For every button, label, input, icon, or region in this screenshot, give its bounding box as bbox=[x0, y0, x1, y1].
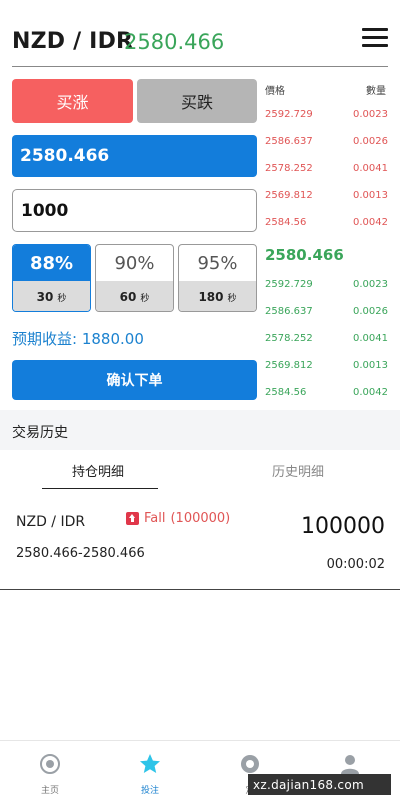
ask-qty: 0.0042 bbox=[353, 217, 388, 228]
header-divider bbox=[12, 66, 388, 67]
user-icon bbox=[341, 755, 359, 774]
bid-price: 2586.637 bbox=[265, 306, 313, 317]
expected-profit: 预期收益: 1880.00 bbox=[12, 328, 144, 349]
nav-home[interactable]: 主页 bbox=[0, 741, 100, 800]
nav-bet-label: 投注 bbox=[140, 786, 159, 796]
option-seconds: 180 bbox=[198, 290, 224, 304]
tab-open-positions[interactable]: 持仓明细 bbox=[72, 461, 124, 480]
bid-row: 2584.56 0.0042 bbox=[265, 387, 388, 401]
option-percent: 88% bbox=[13, 245, 90, 281]
bid-qty: 0.0042 bbox=[353, 387, 388, 398]
bid-price: 2569.812 bbox=[265, 360, 313, 371]
ask-qty: 0.0013 bbox=[353, 190, 388, 201]
bid-qty: 0.0041 bbox=[353, 333, 388, 344]
menu-icon[interactable] bbox=[362, 28, 388, 48]
order-icon bbox=[241, 755, 259, 773]
header: NZD / IDR 2580.466 bbox=[0, 0, 400, 67]
ask-price: 2569.812 bbox=[265, 190, 313, 201]
nav-home-label: 主页 bbox=[40, 786, 59, 796]
home-icon bbox=[40, 754, 60, 774]
expected-label: 预期收益: bbox=[12, 330, 78, 348]
option-60s[interactable]: 90% 60 秒 bbox=[95, 244, 174, 312]
ask-qty: 0.0026 bbox=[353, 136, 388, 147]
bid-qty: 0.0013 bbox=[353, 360, 388, 371]
ask-row: 2569.812 0.0013 bbox=[265, 190, 388, 204]
option-seconds: 30 bbox=[36, 290, 54, 304]
direction-label: Fall bbox=[144, 511, 166, 526]
bid-row: 2592.729 0.0023 bbox=[265, 279, 388, 293]
star-icon bbox=[140, 754, 160, 773]
option-seconds: 60 bbox=[119, 290, 137, 304]
direction-amount: (100000) bbox=[170, 511, 231, 526]
bid-qty: 0.0026 bbox=[353, 306, 388, 317]
amount-input[interactable] bbox=[12, 189, 257, 232]
buy-down-button[interactable]: 买跌 bbox=[137, 79, 257, 123]
option-percent: 95% bbox=[197, 252, 238, 274]
confirm-order-button[interactable]: 确认下单 bbox=[12, 360, 257, 400]
option-unit: 秒 bbox=[140, 293, 150, 304]
bid-price: 2592.729 bbox=[265, 279, 313, 290]
ask-price: 2592.729 bbox=[265, 109, 313, 120]
position-price-range: 2580.466-2580.466 bbox=[16, 546, 145, 561]
bid-price: 2584.56 bbox=[265, 387, 307, 398]
option-time: 30 秒 bbox=[13, 281, 90, 311]
position-direction: Fall (100000) bbox=[126, 511, 230, 526]
tab-history[interactable]: 历史明细 bbox=[272, 461, 324, 480]
history-section-bar: 交易历史 bbox=[0, 410, 400, 450]
expected-value: 1880.00 bbox=[81, 330, 144, 348]
ask-qty: 0.0023 bbox=[353, 109, 388, 120]
ask-row: 2578.252 0.0041 bbox=[265, 163, 388, 177]
bid-row: 2578.252 0.0041 bbox=[265, 333, 388, 347]
ask-price: 2584.56 bbox=[265, 217, 307, 228]
nav-bet[interactable]: 投注 bbox=[100, 741, 200, 800]
buy-up-button[interactable]: 买涨 bbox=[12, 79, 133, 123]
option-time: 180 秒 bbox=[179, 281, 256, 311]
tab-underline bbox=[42, 488, 158, 489]
position-divider bbox=[0, 589, 400, 590]
position-pair: NZD / IDR bbox=[16, 514, 86, 530]
current-price-field: 2580.466 bbox=[12, 135, 257, 177]
orderbook-qty-header: 數量 bbox=[366, 86, 386, 97]
option-unit: 秒 bbox=[227, 293, 237, 304]
option-30s[interactable]: 88% 30 秒 bbox=[12, 244, 91, 312]
bid-price: 2578.252 bbox=[265, 333, 313, 344]
ask-price: 2578.252 bbox=[265, 163, 313, 174]
ask-row: 2586.637 0.0026 bbox=[265, 136, 388, 150]
orderbook-price-header: 價格 bbox=[265, 86, 285, 97]
option-time: 60 秒 bbox=[96, 281, 173, 311]
position-timer: 00:00:02 bbox=[326, 557, 385, 572]
option-180s[interactable]: 95% 180 秒 bbox=[178, 244, 257, 312]
pair-title: NZD / IDR bbox=[12, 29, 134, 54]
history-section-title: 交易历史 bbox=[12, 425, 68, 441]
watermark-banner: xz.dajian168.com bbox=[248, 774, 391, 795]
option-percent: 90% bbox=[114, 252, 155, 274]
ask-row: 2592.729 0.0023 bbox=[265, 109, 388, 123]
ask-price: 2586.637 bbox=[265, 136, 313, 147]
bid-row: 2586.637 0.0026 bbox=[265, 306, 388, 320]
position-amount: 100000 bbox=[301, 514, 385, 539]
bid-row: 2569.812 0.0013 bbox=[265, 360, 388, 374]
ask-qty: 0.0041 bbox=[353, 163, 388, 174]
bid-qty: 0.0023 bbox=[353, 279, 388, 290]
fall-arrow-icon bbox=[126, 512, 139, 525]
orderbook-mid-price: 2580.466 bbox=[265, 246, 344, 264]
header-price: 2580.466 bbox=[124, 30, 225, 54]
ask-row: 2584.56 0.0042 bbox=[265, 217, 388, 231]
option-unit: 秒 bbox=[57, 293, 67, 304]
